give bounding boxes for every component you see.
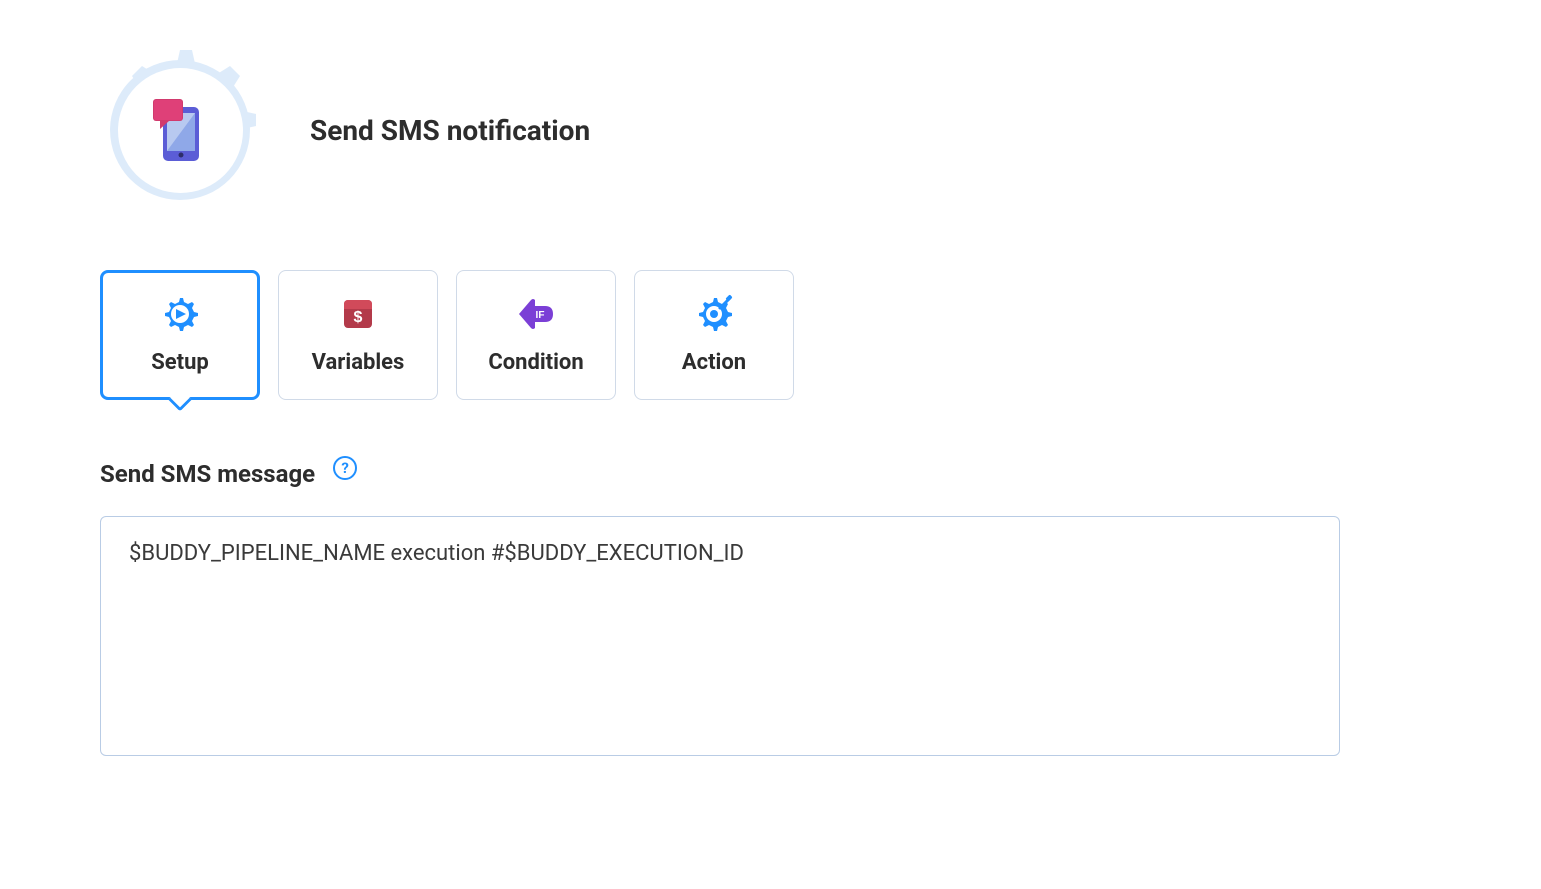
tab-variables[interactable]: $ Variables <box>278 270 438 400</box>
sms-phone-icon <box>145 95 215 165</box>
tab-label: Action <box>682 350 746 375</box>
action-icon-gear <box>100 50 260 210</box>
section-label-row: Send SMS message ? <box>100 460 1441 488</box>
action-icon <box>694 296 734 332</box>
condition-icon: IF <box>515 296 557 332</box>
svg-text:IF: IF <box>536 310 545 321</box>
tab-label: Variables <box>312 350 405 375</box>
help-icon[interactable]: ? <box>333 456 357 480</box>
svg-text:$: $ <box>354 309 363 326</box>
tabs: Setup $ Variables IF Condition <box>100 270 1441 400</box>
tab-condition[interactable]: IF Condition <box>456 270 616 400</box>
tab-action[interactable]: Action <box>634 270 794 400</box>
page-title: Send SMS notification <box>310 114 590 147</box>
tab-setup[interactable]: Setup <box>100 270 260 400</box>
sms-message-input[interactable] <box>100 516 1340 756</box>
tab-label: Setup <box>151 350 209 375</box>
tab-label: Condition <box>488 350 583 375</box>
setup-gear-icon <box>160 296 200 332</box>
section-label: Send SMS message <box>100 460 315 488</box>
header: Send SMS notification <box>100 50 1441 210</box>
variables-icon: $ <box>338 296 378 332</box>
